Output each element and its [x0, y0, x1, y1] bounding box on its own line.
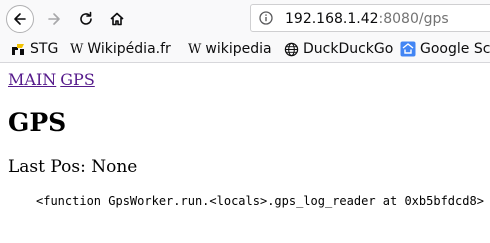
- home-button[interactable]: [103, 5, 131, 33]
- url-host: 192.168.1.42: [285, 11, 379, 27]
- bookmark-stg[interactable]: STG: [10, 40, 58, 58]
- bookmark-label: wikipedia: [205, 41, 272, 57]
- info-icon[interactable]: [259, 11, 273, 25]
- bookmark-label: Google Sch: [420, 41, 490, 57]
- wikipedia-w-icon: W: [188, 41, 202, 57]
- bookmark-label: Wikipédia.fr: [87, 41, 171, 57]
- forward-button[interactable]: [40, 5, 68, 33]
- url-path: :8080/gps: [378, 11, 449, 27]
- bookmark-label: DuckDuckGo: [303, 41, 394, 57]
- browser-toolbar: 192.168.1.42:8080/gps: [0, 0, 490, 36]
- back-button[interactable]: [6, 5, 34, 33]
- wikipedia-w-icon: W: [70, 41, 84, 57]
- bookmark-google-scholar[interactable]: Google Sch: [400, 40, 490, 58]
- home-icon: [110, 12, 124, 26]
- globe-icon: [284, 42, 299, 57]
- url-text: 192.168.1.42:8080/gps: [285, 11, 449, 27]
- url-bar[interactable]: 192.168.1.42:8080/gps: [250, 4, 490, 32]
- bookmarks-bar: STG W Wikipédia.fr W wikipedia DuckDuckG…: [0, 36, 490, 63]
- reload-icon: [80, 11, 92, 25]
- back-arrow-icon: [14, 13, 26, 25]
- bookmark-wikipedia-fr[interactable]: W Wikipédia.fr: [70, 40, 171, 58]
- main-link[interactable]: MAIN: [8, 70, 56, 89]
- stg-bookmark-icon: [10, 41, 26, 57]
- google-scholar-icon: [400, 41, 416, 57]
- forward-arrow-icon: [48, 13, 60, 25]
- page-title: GPS: [8, 108, 67, 137]
- bookmark-duckduckgo[interactable]: DuckDuckGo: [284, 40, 393, 58]
- gps-link[interactable]: GPS: [60, 70, 95, 89]
- bookmark-wikipedia[interactable]: W wikipedia: [188, 40, 272, 58]
- function-repr-text: <function GpsWorker.run.<locals>.gps_log…: [36, 194, 484, 208]
- reload-button[interactable]: [72, 5, 100, 33]
- last-position-text: Last Pos: None: [8, 157, 138, 177]
- nav-links: MAIN GPS: [8, 70, 99, 89]
- bookmark-label: STG: [30, 41, 59, 57]
